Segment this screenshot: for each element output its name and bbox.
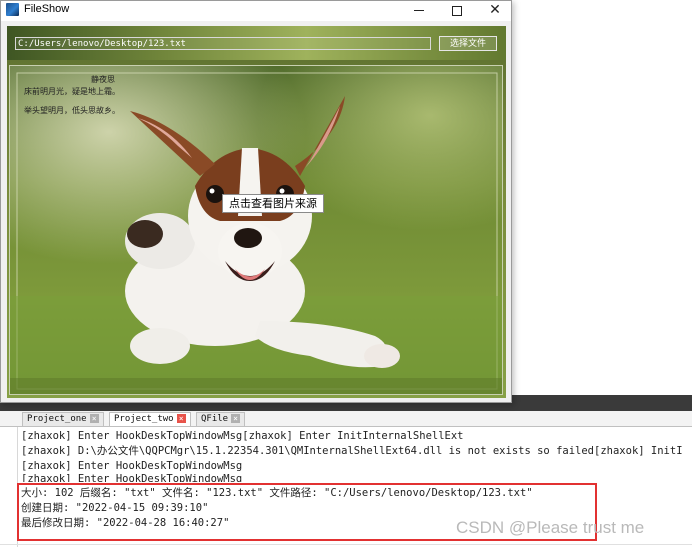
tab-label: Project_one bbox=[27, 414, 87, 424]
tab-qfile[interactable]: QFile × bbox=[196, 412, 246, 426]
poem-title: 静夜思 bbox=[91, 75, 115, 84]
close-button[interactable]: ✕ bbox=[477, 1, 513, 21]
close-icon[interactable]: × bbox=[89, 414, 99, 423]
output-tabs: Project_one × Project_two × QFile × bbox=[0, 411, 692, 427]
poem-text: 静夜思 床前明月光，疑是地上霜。 举头望明月，低头思故乡。 bbox=[24, 74, 120, 117]
maximize-button[interactable] bbox=[439, 1, 475, 21]
divider bbox=[0, 544, 692, 545]
result-line: 大小: 102 后缀名: "txt" 文件名: "123.txt" 文件路径: … bbox=[21, 487, 533, 499]
choose-file-button[interactable]: 选择文件 bbox=[439, 36, 497, 51]
client-area: C:/Users/lenovo/Desktop/123.txt 选择文件 静夜思… bbox=[7, 26, 506, 398]
application-output[interactable]: [zhaxok] Enter HookDeskTopWindowMsg [zhax… bbox=[0, 427, 692, 547]
watermark: CSDN @Please trust me bbox=[456, 518, 645, 537]
file-toolbar: C:/Users/lenovo/Desktop/123.txt 选择文件 bbox=[7, 26, 506, 60]
poem-line: 床前明月光，疑是地上霜。 bbox=[24, 87, 120, 96]
minimize-icon bbox=[414, 10, 424, 11]
fileshow-window: FileShow ✕ C:/Users/lenovo/Desktop/123.t… bbox=[0, 0, 512, 403]
tab-project-two[interactable]: Project_two × bbox=[109, 412, 191, 426]
app-icon bbox=[6, 3, 19, 16]
tab-label: QFile bbox=[201, 414, 229, 424]
poem-line: 举头望明月，低头思故乡。 bbox=[24, 106, 120, 115]
close-icon[interactable]: × bbox=[176, 414, 186, 423]
result-line: 创建日期: "2022-04-15 09:39:10" bbox=[21, 502, 209, 514]
log-line: [zhaxok] D:\办公文件\QQPCMgr\15.1.22354.301\… bbox=[21, 445, 683, 457]
result-line: 最后修改日期: "2022-04-28 16:40:27" bbox=[21, 517, 230, 529]
tab-label: Project_two bbox=[114, 414, 174, 424]
minimize-button[interactable] bbox=[401, 1, 437, 21]
maximize-icon bbox=[452, 5, 462, 16]
title-bar[interactable]: FileShow ✕ bbox=[1, 1, 511, 21]
close-icon[interactable]: × bbox=[231, 414, 241, 423]
log-line: [zhaxok] Enter HookDeskTopWindowMsg bbox=[21, 473, 243, 482]
view-image-source-button[interactable]: 点击查看图片来源 bbox=[222, 194, 324, 213]
close-icon: ✕ bbox=[489, 2, 501, 18]
image-panel: 静夜思 床前明月光，疑是地上霜。 举头望明月，低头思故乡。 点击查看图片来源 bbox=[9, 65, 503, 395]
file-path-input[interactable]: C:/Users/lenovo/Desktop/123.txt bbox=[15, 37, 431, 50]
window-title: FileShow bbox=[24, 3, 70, 15]
tab-project-one[interactable]: Project_one × bbox=[22, 412, 104, 426]
log-line: [zhaxok] Enter HookDeskTopWindowMsg[zhax… bbox=[21, 430, 464, 442]
